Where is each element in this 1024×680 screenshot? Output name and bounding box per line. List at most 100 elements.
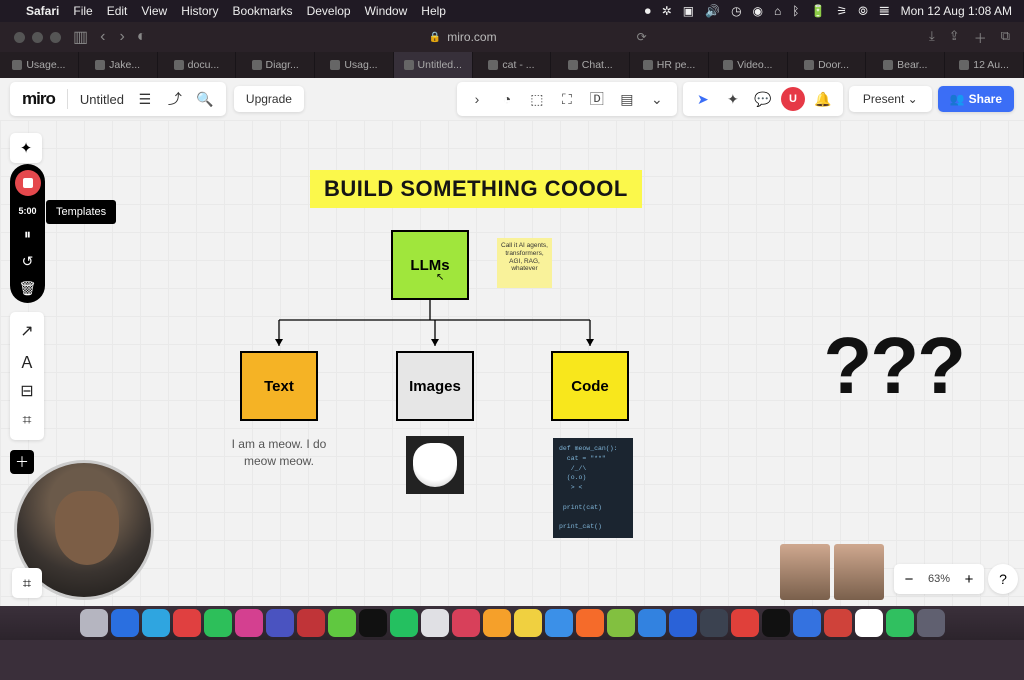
pause-recording-button[interactable]: ⏸: [24, 226, 31, 243]
pen-tool-icon[interactable]: Ａ: [12, 346, 42, 376]
browser-tab[interactable]: Usag...: [315, 52, 394, 78]
address-bar[interactable]: 🔒 miro.com ⟳: [158, 30, 917, 44]
dock-app-icon[interactable]: [824, 609, 852, 637]
menubar-item[interactable]: Help: [421, 4, 446, 18]
status-icon[interactable]: ⌂: [774, 4, 781, 18]
note-icon[interactable]: 🄳: [585, 87, 609, 111]
dock-app-icon[interactable]: [638, 609, 666, 637]
forward-button[interactable]: ›: [119, 28, 124, 46]
dock-app-icon[interactable]: [452, 609, 480, 637]
canvas-heading[interactable]: BUILD SOMETHING COOOL: [310, 170, 642, 208]
sidebar-toggle-icon[interactable]: ▥: [73, 27, 88, 47]
user-avatar[interactable]: U: [781, 87, 805, 111]
display-icon[interactable]: ▣: [683, 4, 694, 18]
settings-icon[interactable]: ✲: [662, 4, 672, 18]
board-title[interactable]: Untitled: [80, 92, 124, 107]
node-text[interactable]: Text: [240, 351, 318, 421]
cat-image[interactable]: [406, 436, 464, 494]
browser-tab[interactable]: Bear...: [866, 52, 945, 78]
zoom-in-button[interactable]: +: [954, 564, 984, 594]
dock-app-icon[interactable]: [421, 609, 449, 637]
comment-tool-icon[interactable]: ⊟: [12, 376, 42, 406]
browser-tab[interactable]: Diagr...: [236, 52, 315, 78]
window-controls[interactable]: [14, 32, 61, 43]
frame-tool-icon[interactable]: ⌗: [12, 406, 42, 436]
battery-icon[interactable]: 🔋: [810, 4, 825, 18]
reload-icon[interactable]: ⟳: [637, 30, 647, 44]
browser-tab[interactable]: Video...: [709, 52, 788, 78]
status-icon[interactable]: ◉: [753, 4, 763, 18]
browser-tab[interactable]: Chat...: [551, 52, 630, 78]
export-icon[interactable]: ⤴: [166, 90, 184, 108]
participant-thumbnails[interactable]: [780, 544, 884, 600]
main-menu-icon[interactable]: ☰: [136, 90, 154, 108]
upgrade-button[interactable]: Upgrade: [234, 86, 304, 112]
browser-tab[interactable]: Untitled...: [394, 52, 473, 78]
delete-recording-button[interactable]: 🗑: [19, 280, 37, 297]
shield-icon[interactable]: ◐: [137, 28, 147, 46]
chevron-down-icon[interactable]: ⌄: [645, 87, 669, 111]
dock-app-icon[interactable]: [297, 609, 325, 637]
dock-app-icon[interactable]: [700, 609, 728, 637]
record-icon[interactable]: ⏺: [645, 4, 651, 19]
zoom-value[interactable]: 63%: [924, 573, 954, 585]
dock-app-icon[interactable]: [762, 609, 790, 637]
restart-recording-button[interactable]: ↺: [22, 253, 34, 270]
node-llms[interactable]: LLMs: [391, 230, 469, 300]
list-icon[interactable]: ▤: [615, 87, 639, 111]
dock-app-icon[interactable]: [390, 609, 418, 637]
browser-tab[interactable]: cat - ...: [473, 52, 552, 78]
dock-app-icon[interactable]: [266, 609, 294, 637]
participant-thumbnail[interactable]: [780, 544, 830, 600]
dock-app-icon[interactable]: [328, 609, 356, 637]
menubar-item[interactable]: View: [141, 4, 167, 18]
dock-app-icon[interactable]: [793, 609, 821, 637]
browser-tab[interactable]: HR pe...: [630, 52, 709, 78]
text-under-text-node[interactable]: I am a meow. I do meow meow.: [220, 436, 338, 470]
dock-app-icon[interactable]: [855, 609, 883, 637]
menubar-item[interactable]: Develop: [307, 4, 351, 18]
arrow-tool-icon[interactable]: ↗: [12, 316, 42, 346]
search-icon[interactable]: ⦾: [858, 4, 868, 19]
sticky-note[interactable]: Call it AI agents, transformers, AGI, RA…: [497, 238, 552, 288]
miro-logo[interactable]: miro: [22, 89, 55, 109]
add-tool-button[interactable]: ＋: [10, 450, 34, 474]
stop-recording-button[interactable]: [15, 170, 41, 196]
search-icon[interactable]: 🔍: [196, 90, 214, 108]
ai-assist-button[interactable]: ✦: [10, 133, 42, 163]
back-button[interactable]: ‹: [100, 28, 105, 46]
menubar-item[interactable]: File: [73, 4, 92, 18]
menubar-clock[interactable]: Mon 12 Aug 1:08 AM: [901, 4, 1012, 18]
node-code[interactable]: Code: [551, 351, 629, 421]
dock-app-icon[interactable]: [545, 609, 573, 637]
menubar-item[interactable]: History: [181, 4, 218, 18]
hide-frames-icon[interactable]: ⬚: [525, 87, 549, 111]
share-button[interactable]: 👥Share: [938, 86, 1014, 112]
code-snippet-image[interactable]: def meow_can(): cat = "**" /_/\ (o.o) > …: [553, 438, 633, 538]
menubar-item[interactable]: Bookmarks: [233, 4, 293, 18]
cursor-tool-icon[interactable]: ➤: [691, 87, 715, 111]
browser-tab[interactable]: Door...: [788, 52, 867, 78]
dock-app-icon[interactable]: [514, 609, 542, 637]
new-tab-icon[interactable]: ＋: [974, 28, 987, 47]
node-images[interactable]: Images: [396, 351, 474, 421]
timer-icon[interactable]: ◔: [495, 87, 519, 111]
dock-app-icon[interactable]: [359, 609, 387, 637]
reactions-icon[interactable]: ✦: [721, 87, 745, 111]
wifi-icon[interactable]: ⚞: [836, 4, 847, 18]
bluetooth-icon[interactable]: ᛒ: [792, 4, 799, 18]
participant-thumbnail[interactable]: [834, 544, 884, 600]
browser-tab[interactable]: Usage...: [0, 52, 79, 78]
dock-app-icon[interactable]: [111, 609, 139, 637]
dock-app-icon[interactable]: [483, 609, 511, 637]
dock-app-icon[interactable]: [886, 609, 914, 637]
frame-list-button[interactable]: ⌗: [12, 568, 42, 598]
zoom-out-button[interactable]: −: [894, 564, 924, 594]
dock-app-icon[interactable]: [731, 609, 759, 637]
notifications-icon[interactable]: 🔔: [811, 87, 835, 111]
clock-icon[interactable]: ◷: [731, 4, 741, 18]
dock-app-icon[interactable]: [173, 609, 201, 637]
browser-tab[interactable]: 12 Au...: [945, 52, 1024, 78]
help-button[interactable]: ?: [988, 564, 1018, 594]
tabs-overview-icon[interactable]: ⧉: [1001, 28, 1010, 47]
